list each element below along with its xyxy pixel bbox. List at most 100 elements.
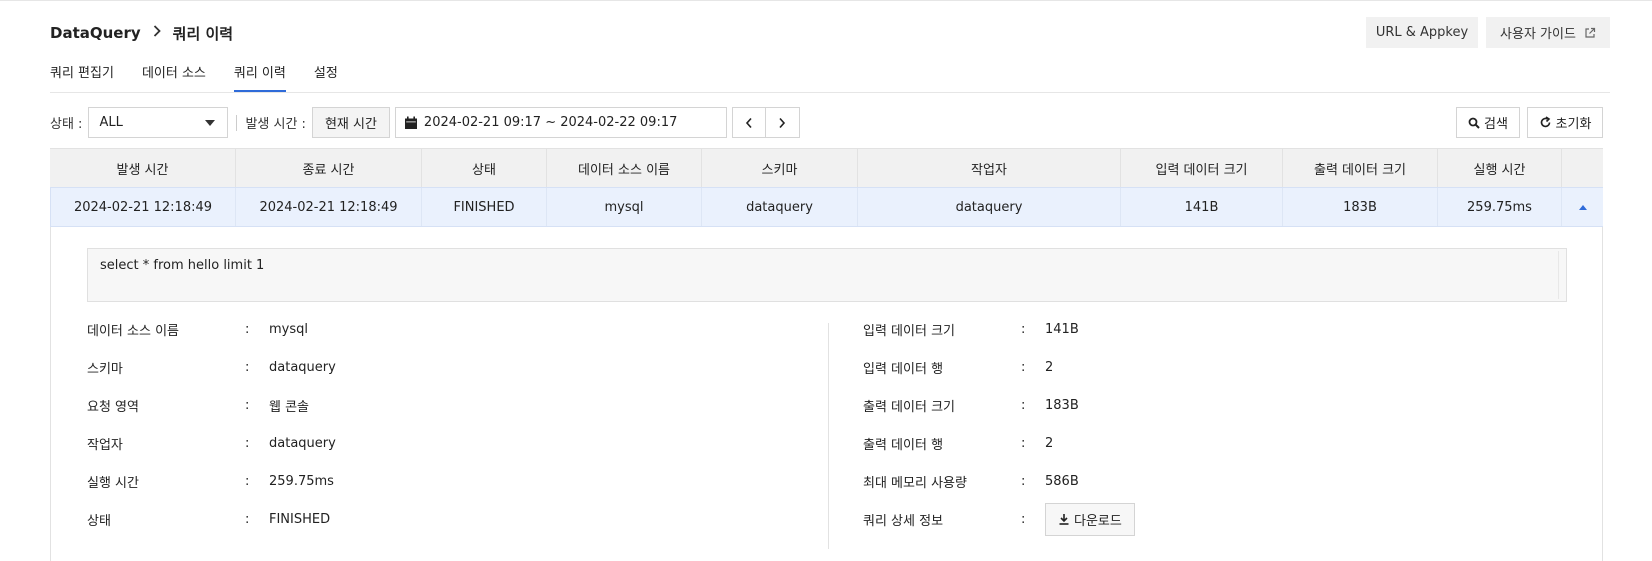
download-button[interactable]: 다운로드 <box>1045 502 1135 536</box>
filter-divider <box>236 114 238 131</box>
detail-colon: : <box>1021 359 1026 375</box>
detail-colon: : <box>1021 321 1026 337</box>
detail-value: mysql <box>269 321 308 337</box>
next-range-button[interactable] <box>765 107 800 138</box>
caret-down-icon <box>205 119 216 126</box>
detail-colon: : <box>245 435 250 451</box>
breadcrumb: DataQuery 쿼리 이력 <box>50 22 233 44</box>
reset-button-label: 초기화 <box>1555 117 1592 132</box>
header-exec-time[interactable]: 실행 시간 <box>1438 149 1562 187</box>
detail-value: dataquery <box>269 359 336 375</box>
detail-colon: : <box>245 473 250 489</box>
cell-schema: dataquery <box>702 188 858 226</box>
detail-key: 상태 <box>87 513 111 529</box>
query-detail-panel: select * from hello limit 1 데이터 소스 이름 : … <box>50 227 1603 561</box>
detail-value: 183B <box>1045 397 1079 413</box>
detail-key: 작업자 <box>87 437 123 453</box>
date-range-picker[interactable]: 2024-02-21 09:17 ~ 2024-02-22 09:17 <box>394 107 727 138</box>
query-text: select * from hello limit 1 <box>100 258 265 273</box>
date-nav <box>731 107 800 138</box>
table-header: 발생 시간 종료 시간 상태 데이터 소스 이름 스키마 작업자 입력 데이터 … <box>50 148 1603 187</box>
detail-value: 웹 콘솔 <box>269 399 310 415</box>
previous-range-button[interactable] <box>731 107 766 138</box>
query-text-box[interactable]: select * from hello limit 1 <box>87 248 1567 302</box>
detail-value: 2 <box>1045 359 1054 375</box>
tab-data-source[interactable]: 데이터 소스 <box>142 60 206 92</box>
detail-colon: : <box>245 511 250 527</box>
detail-key: 스키마 <box>87 361 123 377</box>
detail-value: 259.75ms <box>269 473 334 489</box>
detail-key: 요청 영역 <box>87 399 139 415</box>
tab-query-history[interactable]: 쿼리 이력 <box>233 60 286 92</box>
cell-output-size: 183B <box>1283 188 1438 226</box>
date-range-value: 2024-02-21 09:17 ~ 2024-02-22 09:17 <box>423 115 678 130</box>
detail-colon: : <box>245 321 250 337</box>
user-guide-label: 사용자 가이드 <box>1500 27 1576 42</box>
detail-key: 데이터 소스 이름 <box>87 323 179 339</box>
scrollbar-track <box>1558 251 1559 299</box>
header-worker[interactable]: 작업자 <box>858 149 1121 187</box>
tab-query-editor[interactable]: 쿼리 편집기 <box>50 60 114 92</box>
detail-colon: : <box>1021 511 1026 527</box>
detail-key: 입력 데이터 크기 <box>863 323 955 339</box>
header-status[interactable]: 상태 <box>422 149 547 187</box>
detail-status: 상태 : FINISHED <box>87 509 330 529</box>
chevron-right-icon <box>779 117 786 128</box>
detail-colon: : <box>1021 435 1026 451</box>
query-history-table: 발생 시간 종료 시간 상태 데이터 소스 이름 스키마 작업자 입력 데이터 … <box>50 148 1603 227</box>
detail-exec-time: 실행 시간 : 259.75ms <box>87 471 334 491</box>
detail-key: 최대 메모리 사용량 <box>863 475 967 491</box>
header-end-time[interactable]: 종료 시간 <box>236 149 422 187</box>
cell-end-time: 2024-02-21 12:18:49 <box>236 188 422 226</box>
cell-data-source: mysql <box>547 188 702 226</box>
status-filter-label: 상태 : <box>50 117 83 132</box>
user-guide-button[interactable]: 사용자 가이드 <box>1486 17 1610 48</box>
current-time-label: 현재 시간 <box>324 117 377 132</box>
detail-max-memory: 최대 메모리 사용량 : 586B <box>863 471 1079 491</box>
detail-input-rows: 입력 데이터 행 : 2 <box>863 357 1053 377</box>
header-output-size[interactable]: 출력 데이터 크기 <box>1283 149 1438 187</box>
header-input-size[interactable]: 입력 데이터 크기 <box>1121 149 1283 187</box>
detail-colon: : <box>1021 397 1026 413</box>
url-appkey-label: URL & Appkey <box>1375 25 1469 40</box>
chevron-left-icon <box>745 117 752 128</box>
cell-input-size: 141B <box>1121 188 1283 226</box>
detail-colon: : <box>245 359 250 375</box>
url-appkey-button[interactable]: URL & Appkey <box>1366 17 1478 48</box>
header-start-time[interactable]: 발생 시간 <box>50 149 236 187</box>
header-data-source[interactable]: 데이터 소스 이름 <box>547 149 702 187</box>
tab-settings[interactable]: 설정 <box>314 60 338 92</box>
status-select[interactable]: ALL <box>88 107 229 138</box>
cell-status: FINISHED <box>422 188 547 226</box>
search-icon <box>1468 117 1480 129</box>
breadcrumb-current: 쿼리 이력 <box>172 24 234 43</box>
detail-output-size: 출력 데이터 크기 : 183B <box>863 395 1079 415</box>
download-icon <box>1059 514 1069 525</box>
current-time-button[interactable]: 현재 시간 <box>311 107 390 138</box>
search-button[interactable]: 검색 <box>1456 107 1520 138</box>
collapse-row-button[interactable] <box>1562 188 1603 226</box>
search-button-label: 검색 <box>1484 117 1508 132</box>
detail-key: 입력 데이터 행 <box>863 361 944 377</box>
detail-key: 실행 시간 <box>87 475 139 491</box>
breadcrumb-root[interactable]: DataQuery <box>50 24 141 42</box>
detail-divider <box>828 323 829 549</box>
header-schema[interactable]: 스키마 <box>702 149 858 187</box>
detail-key: 출력 데이터 크기 <box>863 399 955 415</box>
cell-exec-time: 259.75ms <box>1438 188 1562 226</box>
detail-query-info: 쿼리 상세 정보 : 다운로드 <box>863 502 1135 536</box>
table-row[interactable]: 2024-02-21 12:18:49 2024-02-21 12:18:49 … <box>50 187 1603 227</box>
chevron-right-icon <box>153 25 161 41</box>
detail-colon: : <box>245 397 250 413</box>
detail-value: dataquery <box>269 435 336 451</box>
detail-value: 141B <box>1045 321 1079 337</box>
external-link-icon <box>1585 27 1596 38</box>
cell-worker: dataquery <box>858 188 1121 226</box>
detail-request-area: 요청 영역 : 웹 콘솔 <box>87 395 309 415</box>
reset-button[interactable]: 초기화 <box>1527 107 1603 138</box>
filter-bar: 상태 : ALL 발생 시간 : 현재 시간 2024-02-21 09:17 … <box>50 107 800 138</box>
detail-value: FINISHED <box>269 511 331 527</box>
caret-up-icon <box>1578 204 1587 210</box>
detail-colon: : <box>1021 473 1026 489</box>
detail-key: 출력 데이터 행 <box>863 437 944 453</box>
